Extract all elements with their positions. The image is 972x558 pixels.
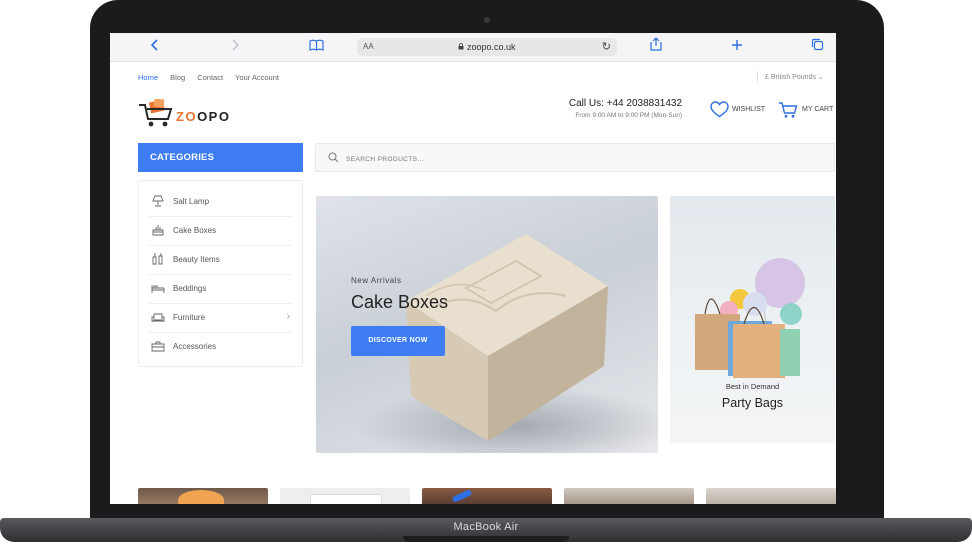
category-salt-lamp[interactable]: Salt Lamp (149, 187, 292, 217)
screen: AA zoopo.co.uk ↻ Home Blog Contact Your … (110, 33, 836, 504)
chevron-right-icon: › (286, 311, 290, 322)
product-thumb[interactable] (706, 488, 836, 504)
opening-hours: From 9:00 AM to 9:00 PM (Mon-Sun) (575, 112, 682, 119)
call-info: Call Us: +44 2038831432 From 9:00 AM to … (530, 98, 682, 119)
device-label: MacBook Air (453, 521, 519, 533)
search-bar (315, 143, 835, 172)
site-logo[interactable]: ZOOPO (138, 98, 248, 131)
product-thumb[interactable] (138, 488, 268, 504)
category-furniture[interactable]: Furniture › (149, 303, 292, 333)
category-label: Furniture (173, 313, 206, 322)
address-bar[interactable]: AA zoopo.co.uk ↻ (357, 38, 617, 56)
category-label: Beauty Items (173, 255, 220, 264)
lock-icon (458, 43, 464, 50)
search-icon[interactable] (328, 152, 339, 163)
categories-header[interactable]: CATEGORIES (138, 143, 303, 172)
hero-subtitle: New Arrivals (351, 276, 402, 285)
nav-blog[interactable]: Blog (170, 73, 185, 82)
lamp-icon (152, 195, 164, 207)
side-banner[interactable]: Best in Demand Party Bags (670, 196, 835, 443)
side-subtitle: Best in Demand (725, 382, 780, 391)
cart-link[interactable]: MY CART (778, 101, 833, 119)
url-text: zoopo.co.uk (357, 42, 617, 52)
nav-home[interactable]: Home (138, 73, 158, 82)
new-tab-icon[interactable] (727, 37, 747, 57)
category-accessories[interactable]: Accessories (149, 332, 292, 361)
nav-contact[interactable]: Contact (197, 73, 223, 82)
tabs-overview-icon[interactable] (807, 37, 827, 57)
discover-now-button[interactable]: DISCOVER NOW (351, 326, 445, 356)
party-bags-image (695, 258, 805, 378)
reload-icon[interactable]: ↻ (602, 40, 611, 53)
category-cake-boxes[interactable]: Cake Boxes (149, 216, 292, 246)
top-nav: Home Blog Contact Your Account (138, 73, 289, 82)
category-label: Beddings (173, 284, 207, 293)
category-beauty-items[interactable]: Beauty Items (149, 245, 292, 275)
currency-select[interactable]: £ British Pounds ⌄ (765, 73, 824, 81)
wishlist-label: WISHLIST (732, 106, 766, 113)
cart-label: MY CART (802, 106, 834, 113)
bag-icon (151, 341, 165, 352)
hero-title: Cake Boxes (351, 292, 449, 312)
category-label: Cake Boxes (173, 226, 217, 235)
divider (757, 71, 758, 82)
camera (484, 17, 490, 23)
heart-icon (710, 101, 729, 118)
forward-icon[interactable] (225, 37, 245, 57)
box-image (310, 494, 382, 504)
cart-logo-icon (139, 98, 173, 127)
product-thumb[interactable] (280, 488, 410, 504)
logo-text: ZOOPO (176, 109, 231, 124)
search-input[interactable] (344, 151, 748, 167)
salt-lamp-glow (178, 490, 224, 504)
currency-label: £ British Pounds (765, 74, 816, 81)
cart-icon (779, 102, 798, 118)
sofa-icon (151, 313, 165, 322)
share-icon[interactable] (646, 37, 666, 57)
chevron-down-icon: ⌄ (817, 74, 824, 81)
category-beddings[interactable]: Beddings (149, 274, 292, 304)
beauty-icon (152, 253, 163, 265)
cake-box-image (406, 234, 608, 441)
bed-icon (151, 285, 165, 293)
brush-image (451, 489, 473, 503)
side-title: Party Bags (721, 396, 784, 410)
hero-banner[interactable]: New Arrivals Cake Boxes DISCOVER NOW (316, 196, 658, 453)
browser-toolbar: AA zoopo.co.uk ↻ (110, 33, 836, 62)
product-thumb[interactable] (564, 488, 694, 504)
product-thumb[interactable] (422, 488, 552, 504)
category-label: Accessories (173, 342, 217, 351)
back-icon[interactable] (145, 37, 165, 57)
call-number: Call Us: +44 2038831432 (568, 98, 682, 109)
wishlist-link[interactable]: WISHLIST (710, 101, 765, 119)
categories-list: Salt Lamp Cake Boxes Beauty Items Beddin… (138, 180, 303, 367)
url-label: zoopo.co.uk (466, 42, 516, 52)
laptop-notch (403, 536, 569, 542)
category-label: Salt Lamp (173, 197, 210, 206)
cake-icon (152, 225, 164, 236)
bookmarks-icon[interactable] (306, 37, 326, 57)
nav-account[interactable]: Your Account (235, 73, 279, 82)
